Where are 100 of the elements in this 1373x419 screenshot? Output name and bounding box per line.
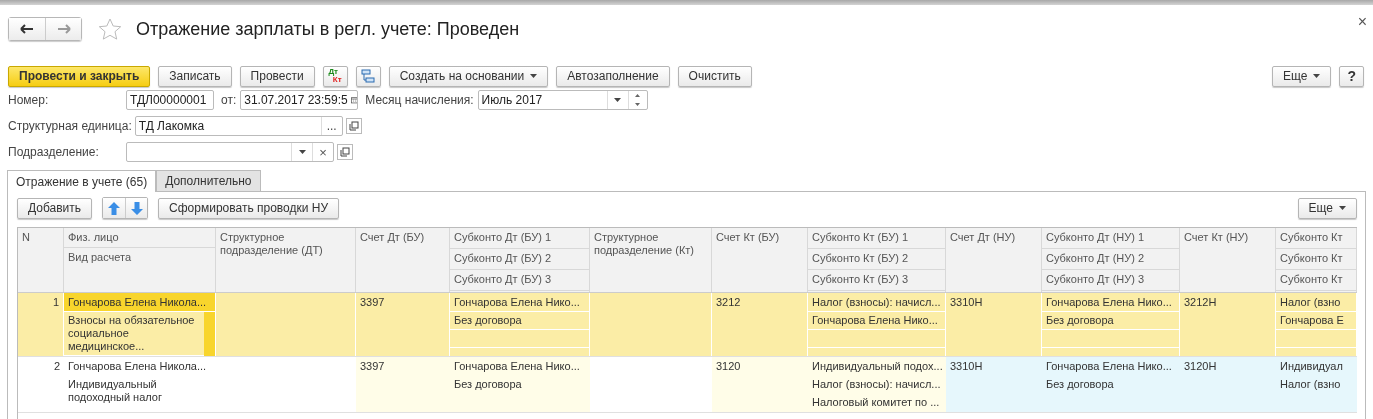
table-cell-text: 3120Н xyxy=(1183,359,1218,374)
month-label: Месяц начисления: xyxy=(365,93,474,107)
table-cell-text: Индивидуал xyxy=(1279,359,1344,374)
column-header: Счет Дт (НУ) xyxy=(949,230,1017,245)
table-cell-text: Гончарова Елена Нико... xyxy=(1045,359,1173,374)
move-up-button[interactable] xyxy=(103,198,126,218)
tab[interactable]: Отражение в учете (65) xyxy=(7,170,157,192)
column-header: Счет Кт (НУ) xyxy=(1183,230,1250,245)
table-cell: Без договора xyxy=(450,312,589,330)
table-cell-text: 3310Н xyxy=(949,359,984,374)
window-title: Отражение зарплаты в регл. учете: Проведен xyxy=(136,18,520,40)
table-cell-text: Налоговый комитет по ... xyxy=(811,395,941,410)
column-header: Субконто Кт xyxy=(1276,228,1356,249)
toolbar-button[interactable]: Провести xyxy=(239,65,315,87)
column-header: Субконто Кт xyxy=(1276,249,1356,270)
table-cell: Гончарова Елена Нико... xyxy=(1042,294,1179,312)
down-arrow-icon xyxy=(130,201,143,215)
table-cell-text: Индивидуальный подоходный налог xyxy=(67,377,163,405)
toolbar-button[interactable]: Автозаполнение xyxy=(556,65,670,87)
add-button[interactable]: Добавить xyxy=(17,197,93,219)
column-header: Счет Кт (БУ) xyxy=(715,230,781,245)
table-cell-text: 3397 xyxy=(359,295,386,310)
table-cell-text: 3120 xyxy=(715,359,742,374)
column-header: Счет Дт (БУ) xyxy=(359,230,426,245)
post-and-close-button[interactable]: Провести и закрыть xyxy=(8,65,151,87)
table-cell-text: Индивидуальный подох... xyxy=(811,359,944,374)
help-button[interactable]: ? xyxy=(1339,65,1364,87)
calendar-icon[interactable] xyxy=(350,95,358,105)
table-cell-text: Гончарова Елена Нико... xyxy=(453,359,581,374)
table-cell-text: 2 xyxy=(52,359,61,374)
caret-icon xyxy=(1313,74,1321,78)
column-header: Субконто Кт (БУ) 2 xyxy=(808,249,945,270)
dropdown-icon[interactable] xyxy=(614,98,622,102)
more-button[interactable]: Еще xyxy=(1272,65,1332,87)
move-down-button[interactable] xyxy=(125,198,148,218)
table-cell-text: Налог (взносы): начисл... xyxy=(811,377,942,392)
open-icon[interactable] xyxy=(337,144,353,160)
table-cell: Гончарова Елена Нико... xyxy=(450,294,589,312)
column-header: Субконто Дт (БУ) 1 xyxy=(450,228,589,249)
more-button[interactable]: Еще xyxy=(1297,197,1357,219)
column-header: Субконто Дт (БУ) 2 xyxy=(450,249,589,270)
table-row[interactable] xyxy=(18,293,1357,357)
table-row[interactable] xyxy=(18,357,1357,413)
close-button[interactable]: × xyxy=(1357,13,1367,31)
column-header: Субконто Кт xyxy=(1276,270,1356,291)
structure-button[interactable] xyxy=(355,65,381,87)
column-header: N xyxy=(21,230,31,245)
month-field[interactable]: Июль 2017 xyxy=(477,90,648,110)
date-label: от: xyxy=(221,93,237,107)
column-header: Субконто Дт (НУ) 3 xyxy=(1042,270,1179,291)
toolbar-button[interactable]: Очистить xyxy=(677,65,752,87)
table-cell: Налог (взносы): начисл... xyxy=(808,294,945,312)
table-cell: Гончарова Елена Нико... xyxy=(808,312,945,330)
column-header: Субконто Кт (БУ) 3 xyxy=(808,270,945,291)
column-header: Субконто Дт (НУ) 2 xyxy=(1042,249,1179,270)
select-button[interactable]: ... xyxy=(320,117,342,135)
table-cell: Налог (взно xyxy=(1276,294,1356,312)
postings-button[interactable]: Дт Кт xyxy=(322,65,348,87)
caret-icon xyxy=(1339,206,1346,210)
unit-field[interactable]: ТД Лакомка ... xyxy=(134,116,343,136)
star-icon[interactable] xyxy=(98,17,122,41)
tab[interactable]: Дополнительно xyxy=(156,170,261,191)
up-arrow-icon xyxy=(108,201,121,215)
back-arrow-icon xyxy=(20,24,34,34)
date-field[interactable]: 31.07.2017 23:59:5 xyxy=(240,90,359,110)
spinner-icon[interactable] xyxy=(635,94,641,106)
number-field[interactable]: ТДЛ00000001 xyxy=(126,90,214,110)
table-cell-text: Гончарова Елена Никола... xyxy=(67,359,208,374)
department-label: Подразделение: xyxy=(8,145,100,159)
column-header: Субконто Кт (БУ) 1 xyxy=(808,228,945,249)
forward-arrow-icon xyxy=(56,24,71,34)
table-cell: Гончарова Е xyxy=(1276,312,1356,330)
table-cell: Без договора xyxy=(1042,312,1179,330)
table-cell-text: Без договора xyxy=(453,377,523,392)
clear-button[interactable]: × xyxy=(312,143,333,161)
dropdown-button[interactable]: Создать на основании xyxy=(388,65,549,87)
column-header: Субконто Дт (БУ) 3 xyxy=(450,270,589,291)
column-header: Структурное подразделение (ДТ) xyxy=(219,230,324,258)
column-header: Вид расчета xyxy=(67,250,133,265)
open-icon[interactable] xyxy=(345,118,362,134)
table-cell-text: 3212 xyxy=(715,295,742,310)
hierarchy-icon xyxy=(361,69,376,83)
table-cell-text: Без договора xyxy=(1045,377,1115,392)
column-header: Структурное подразделение (Кт) xyxy=(593,230,696,258)
unit-label: Структурная единица: xyxy=(8,119,132,133)
department-field[interactable]: × xyxy=(126,142,334,162)
generate-postings-button[interactable]: Сформировать проводки НУ xyxy=(158,197,340,219)
table-cell: Взносы на обязательное социальное медицинское... xyxy=(64,312,204,356)
column-header: Физ. лицо xyxy=(64,228,215,248)
table-cell-text: Налог (взно xyxy=(1279,377,1342,392)
caret-icon xyxy=(530,74,538,78)
table-cell-text: 3397 xyxy=(359,359,386,374)
table-cell-text: 1 xyxy=(51,295,60,310)
back-button[interactable] xyxy=(9,18,45,40)
toolbar-button[interactable]: Записать xyxy=(158,65,232,87)
dropdown-icon[interactable] xyxy=(298,150,306,154)
number-label: Номер: xyxy=(8,93,50,107)
table-cell-text: 3310Н xyxy=(949,295,984,310)
column-header: Субконто Дт (НУ) 1 xyxy=(1042,228,1179,249)
table-cell-text: 3212Н xyxy=(1183,295,1218,310)
